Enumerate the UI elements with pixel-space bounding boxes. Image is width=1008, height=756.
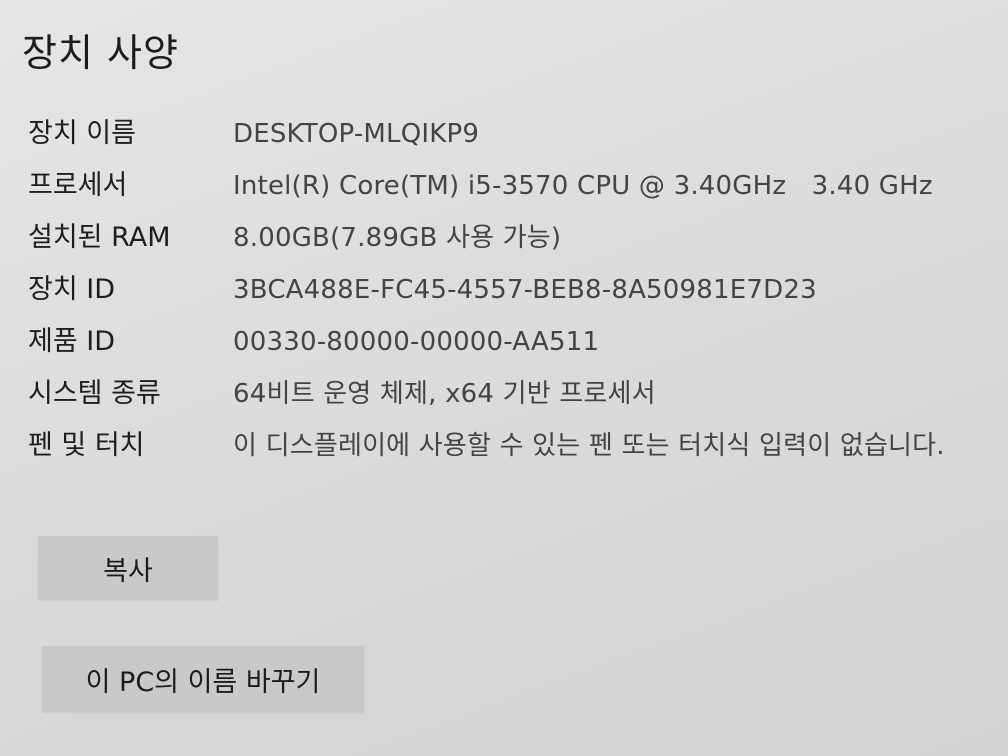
spec-label: 장치 ID — [28, 274, 116, 305]
spec-value: 이 디스플레이에 사용할 수 있는 펜 또는 터치식 입력이 없습니다. — [233, 431, 945, 461]
spec-value: DESKTOP-MLQIKP9 — [233, 119, 480, 149]
spec-label: 장치 이름 — [28, 118, 136, 149]
spec-row-system-type: 시스템 종류 64비트 운영 체제, x64 기반 프로세서 — [28, 372, 988, 424]
spec-row-product-id: 제품 ID 00330-80000-00000-AA511 — [28, 320, 988, 372]
spec-label: 펜 및 터치 — [28, 430, 145, 461]
spec-label: 시스템 종류 — [28, 378, 161, 409]
copy-button[interactable]: 복사 — [38, 536, 218, 600]
spec-row-pen-and-touch: 펜 및 터치 이 디스플레이에 사용할 수 있는 펜 또는 터치식 입력이 없습… — [28, 424, 988, 468]
rename-pc-button[interactable]: 이 PC의 이름 바꾸기 — [42, 646, 364, 712]
spec-table: 장치 이름 DESKTOP-MLQIKP9 프로세서 Intel(R) Core… — [28, 112, 988, 468]
spec-row-device-name: 장치 이름 DESKTOP-MLQIKP9 — [28, 112, 988, 164]
spec-row-device-id: 장치 ID 3BCA488E-FC45-4557-BEB8-8A50981E7D… — [28, 268, 988, 320]
spec-row-installed-ram: 설치된 RAM 8.00GB(7.89GB 사용 가능) — [28, 216, 988, 268]
spec-value: Intel(R) Core(TM) i5-3570 CPU @ 3.40GHz … — [233, 171, 933, 201]
section-title: 장치 사양 — [22, 31, 179, 75]
spec-label: 제품 ID — [28, 326, 116, 357]
spec-value: 8.00GB(7.89GB 사용 가능) — [233, 223, 562, 253]
spec-label: 설치된 RAM — [28, 222, 171, 253]
spec-row-processor: 프로세서 Intel(R) Core(TM) i5-3570 CPU @ 3.4… — [28, 164, 988, 216]
spec-label: 프로세서 — [28, 170, 128, 201]
spec-value: 64비트 운영 체제, x64 기반 프로세서 — [233, 379, 656, 409]
spec-value: 00330-80000-00000-AA511 — [233, 327, 600, 357]
spec-value: 3BCA488E-FC45-4557-BEB8-8A50981E7D23 — [233, 275, 817, 305]
